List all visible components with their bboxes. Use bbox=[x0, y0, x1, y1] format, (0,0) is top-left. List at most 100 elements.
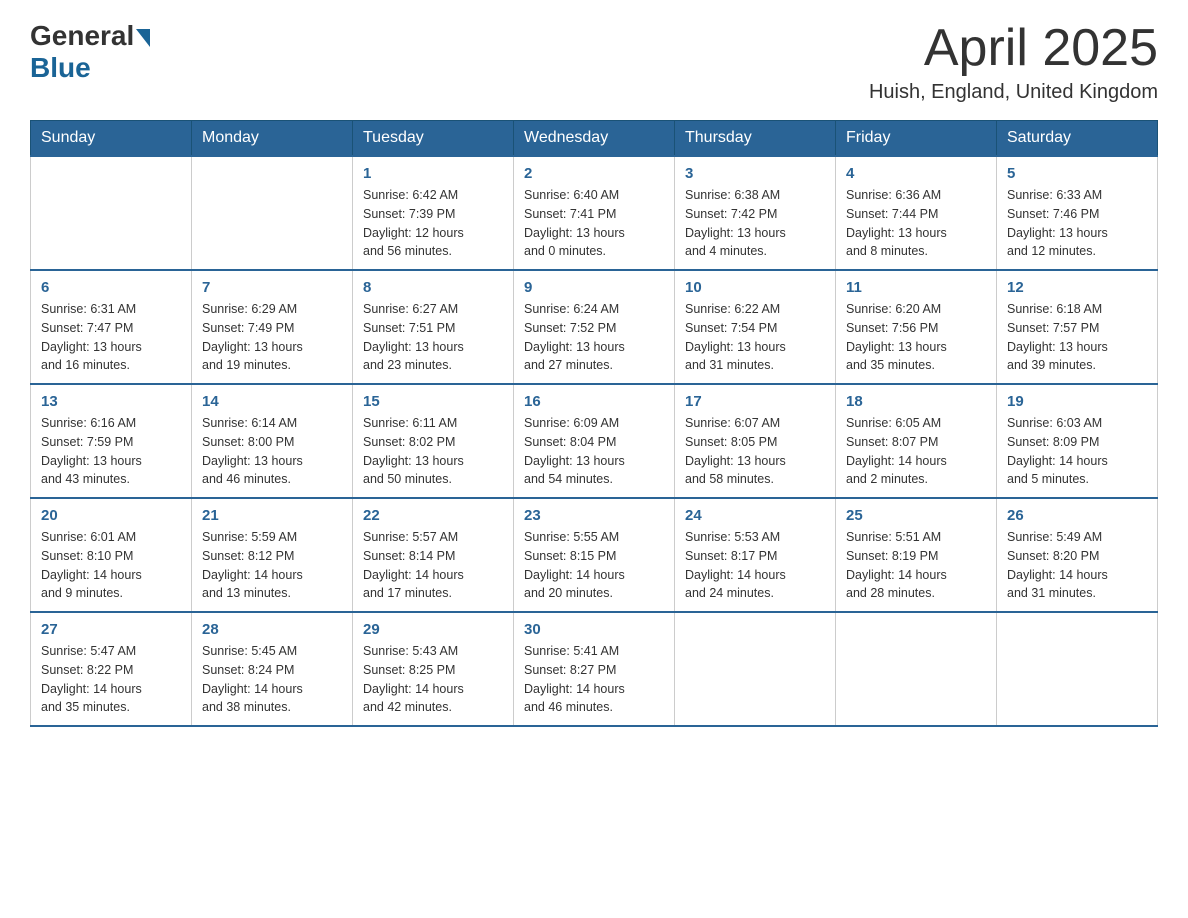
title-section: April 2025 Huish, England, United Kingdo… bbox=[869, 20, 1158, 104]
day-number: 9 bbox=[524, 279, 664, 296]
day-number: 25 bbox=[846, 507, 986, 524]
day-number: 8 bbox=[363, 279, 503, 296]
day-info: Sunrise: 5:45 AMSunset: 8:24 PMDaylight:… bbox=[202, 642, 342, 717]
month-title: April 2025 bbox=[869, 20, 1158, 77]
table-cell: 10 Sunrise: 6:22 AMSunset: 7:54 PMDayligh… bbox=[675, 270, 836, 384]
location-subtitle: Huish, England, United Kingdom bbox=[869, 81, 1158, 104]
table-cell: 24 Sunrise: 5:53 AMSunset: 8:17 PMDayligh… bbox=[675, 498, 836, 612]
table-cell: 1 Sunrise: 6:42 AMSunset: 7:39 PMDaylight… bbox=[353, 156, 514, 270]
col-friday: Friday bbox=[836, 121, 997, 157]
day-info: Sunrise: 5:53 AMSunset: 8:17 PMDaylight:… bbox=[685, 528, 825, 603]
week-row-3: 13 Sunrise: 6:16 AMSunset: 7:59 PMDayligh… bbox=[31, 384, 1158, 498]
week-row-1: 1 Sunrise: 6:42 AMSunset: 7:39 PMDaylight… bbox=[31, 156, 1158, 270]
day-number: 5 bbox=[1007, 165, 1147, 182]
table-cell: 26Sunrise: 5:49 AMSunset: 8:20 PMDayligh… bbox=[997, 498, 1158, 612]
logo-arrow-icon bbox=[136, 29, 150, 47]
day-info: Sunrise: 5:59 AMSunset: 8:12 PMDaylight:… bbox=[202, 528, 342, 603]
day-info: Sunrise: 6:33 AMSunset: 7:46 PMDaylight:… bbox=[1007, 186, 1147, 261]
day-info: Sunrise: 6:27 AMSunset: 7:51 PMDaylight:… bbox=[363, 300, 503, 375]
day-number: 11 bbox=[846, 279, 986, 296]
page-header: General Blue April 2025 Huish, England, … bbox=[30, 20, 1158, 104]
table-cell: 3Sunrise: 6:38 AMSunset: 7:42 PMDaylight… bbox=[675, 156, 836, 270]
day-number: 12 bbox=[1007, 279, 1147, 296]
logo-general-text: General bbox=[30, 20, 134, 52]
day-info: Sunrise: 6:03 AMSunset: 8:09 PMDaylight:… bbox=[1007, 414, 1147, 489]
table-cell: 6 Sunrise: 6:31 AMSunset: 7:47 PMDaylight… bbox=[31, 270, 192, 384]
day-info: Sunrise: 6:07 AMSunset: 8:05 PMDaylight:… bbox=[685, 414, 825, 489]
table-cell: 23Sunrise: 5:55 AMSunset: 8:15 PMDayligh… bbox=[514, 498, 675, 612]
day-number: 7 bbox=[202, 279, 342, 296]
day-number: 13 bbox=[41, 393, 181, 410]
day-info: Sunrise: 5:43 AMSunset: 8:25 PMDaylight:… bbox=[363, 642, 503, 717]
day-info: Sunrise: 6:22 AMSunset: 7:54 PMDaylight:… bbox=[685, 300, 825, 375]
header-row: Sunday Monday Tuesday Wednesday Thursday… bbox=[31, 121, 1158, 157]
day-info: Sunrise: 6:29 AMSunset: 7:49 PMDaylight:… bbox=[202, 300, 342, 375]
table-cell: 11 Sunrise: 6:20 AMSunset: 7:56 PMDayligh… bbox=[836, 270, 997, 384]
table-cell: 20 Sunrise: 6:01 AMSunset: 8:10 PMDayligh… bbox=[31, 498, 192, 612]
day-info: Sunrise: 6:11 AMSunset: 8:02 PMDaylight:… bbox=[363, 414, 503, 489]
day-number: 26 bbox=[1007, 507, 1147, 524]
table-cell: 5 Sunrise: 6:33 AMSunset: 7:46 PMDaylight… bbox=[997, 156, 1158, 270]
day-info: Sunrise: 6:09 AMSunset: 8:04 PMDaylight:… bbox=[524, 414, 664, 489]
day-info: Sunrise: 6:31 AMSunset: 7:47 PMDaylight:… bbox=[41, 300, 181, 375]
table-cell: 13 Sunrise: 6:16 AMSunset: 7:59 PMDayligh… bbox=[31, 384, 192, 498]
day-number: 17 bbox=[685, 393, 825, 410]
day-number: 1 bbox=[363, 165, 503, 182]
day-number: 15 bbox=[363, 393, 503, 410]
day-info: Sunrise: 5:51 AMSunset: 8:19 PMDaylight:… bbox=[846, 528, 986, 603]
day-info: Sunrise: 5:57 AMSunset: 8:14 PMDaylight:… bbox=[363, 528, 503, 603]
day-number: 3 bbox=[685, 165, 825, 182]
day-number: 18 bbox=[846, 393, 986, 410]
table-cell: 2 Sunrise: 6:40 AMSunset: 7:41 PMDaylight… bbox=[514, 156, 675, 270]
day-number: 19 bbox=[1007, 393, 1147, 410]
table-cell: 4Sunrise: 6:36 AMSunset: 7:44 PMDaylight… bbox=[836, 156, 997, 270]
day-number: 30 bbox=[524, 621, 664, 638]
day-info: Sunrise: 5:47 AMSunset: 8:22 PMDaylight:… bbox=[41, 642, 181, 717]
logo-blue-text: Blue bbox=[30, 52, 91, 84]
table-cell bbox=[192, 156, 353, 270]
day-number: 2 bbox=[524, 165, 664, 182]
day-info: Sunrise: 6:42 AMSunset: 7:39 PMDaylight:… bbox=[363, 186, 503, 261]
day-number: 28 bbox=[202, 621, 342, 638]
day-number: 10 bbox=[685, 279, 825, 296]
table-cell: 8 Sunrise: 6:27 AMSunset: 7:51 PMDaylight… bbox=[353, 270, 514, 384]
table-cell: 27Sunrise: 5:47 AMSunset: 8:22 PMDayligh… bbox=[31, 612, 192, 726]
day-info: Sunrise: 6:24 AMSunset: 7:52 PMDaylight:… bbox=[524, 300, 664, 375]
col-monday: Monday bbox=[192, 121, 353, 157]
col-wednesday: Wednesday bbox=[514, 121, 675, 157]
week-row-5: 27Sunrise: 5:47 AMSunset: 8:22 PMDayligh… bbox=[31, 612, 1158, 726]
day-info: Sunrise: 6:36 AMSunset: 7:44 PMDaylight:… bbox=[846, 186, 986, 261]
day-info: Sunrise: 6:05 AMSunset: 8:07 PMDaylight:… bbox=[846, 414, 986, 489]
col-thursday: Thursday bbox=[675, 121, 836, 157]
day-info: Sunrise: 6:01 AMSunset: 8:10 PMDaylight:… bbox=[41, 528, 181, 603]
table-cell: 7 Sunrise: 6:29 AMSunset: 7:49 PMDaylight… bbox=[192, 270, 353, 384]
day-number: 20 bbox=[41, 507, 181, 524]
table-cell: 12 Sunrise: 6:18 AMSunset: 7:57 PMDayligh… bbox=[997, 270, 1158, 384]
table-cell bbox=[675, 612, 836, 726]
day-info: Sunrise: 5:55 AMSunset: 8:15 PMDaylight:… bbox=[524, 528, 664, 603]
table-cell bbox=[997, 612, 1158, 726]
table-cell: 15 Sunrise: 6:11 AMSunset: 8:02 PMDayligh… bbox=[353, 384, 514, 498]
col-sunday: Sunday bbox=[31, 121, 192, 157]
table-cell: 22 Sunrise: 5:57 AMSunset: 8:14 PMDayligh… bbox=[353, 498, 514, 612]
day-number: 21 bbox=[202, 507, 342, 524]
table-cell: 14 Sunrise: 6:14 AMSunset: 8:00 PMDayligh… bbox=[192, 384, 353, 498]
table-cell bbox=[836, 612, 997, 726]
calendar-table: Sunday Monday Tuesday Wednesday Thursday… bbox=[30, 120, 1158, 727]
table-cell: 28 Sunrise: 5:45 AMSunset: 8:24 PMDayligh… bbox=[192, 612, 353, 726]
week-row-4: 20 Sunrise: 6:01 AMSunset: 8:10 PMDayligh… bbox=[31, 498, 1158, 612]
day-number: 22 bbox=[363, 507, 503, 524]
day-info: Sunrise: 6:16 AMSunset: 7:59 PMDaylight:… bbox=[41, 414, 181, 489]
day-info: Sunrise: 6:14 AMSunset: 8:00 PMDaylight:… bbox=[202, 414, 342, 489]
day-number: 16 bbox=[524, 393, 664, 410]
day-number: 6 bbox=[41, 279, 181, 296]
day-info: Sunrise: 6:20 AMSunset: 7:56 PMDaylight:… bbox=[846, 300, 986, 375]
day-info: Sunrise: 6:40 AMSunset: 7:41 PMDaylight:… bbox=[524, 186, 664, 261]
col-saturday: Saturday bbox=[997, 121, 1158, 157]
day-number: 14 bbox=[202, 393, 342, 410]
day-info: Sunrise: 5:41 AMSunset: 8:27 PMDaylight:… bbox=[524, 642, 664, 717]
table-cell: 25 Sunrise: 5:51 AMSunset: 8:19 PMDayligh… bbox=[836, 498, 997, 612]
day-info: Sunrise: 6:18 AMSunset: 7:57 PMDaylight:… bbox=[1007, 300, 1147, 375]
day-number: 24 bbox=[685, 507, 825, 524]
table-cell: 29Sunrise: 5:43 AMSunset: 8:25 PMDayligh… bbox=[353, 612, 514, 726]
